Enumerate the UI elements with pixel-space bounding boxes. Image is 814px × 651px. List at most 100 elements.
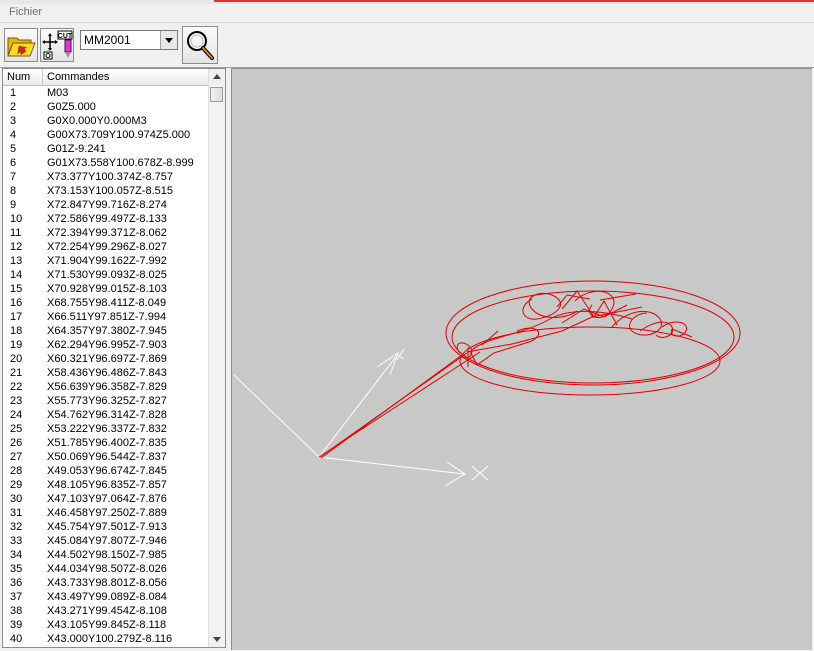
table-row[interactable]: 20 X60.321Y96.697Z-7.869 (3, 352, 209, 366)
toolpath-letter (522, 292, 578, 320)
table-row[interactable]: 4 G00X73.709Y100.974Z5.000 (3, 128, 209, 142)
toolpath-drawing (318, 280, 741, 459)
row-num: 9 (10, 199, 17, 211)
row-command: X68.755Y98.411Z-8.049 (47, 297, 167, 309)
table-row[interactable]: 34 X44.502Y98.150Z-7.985 (3, 548, 209, 562)
table-row[interactable]: 35 X44.034Y98.507Z-8.026 (3, 562, 209, 576)
row-command: X47.103Y97.064Z-7.876 (47, 493, 167, 505)
row-num: 19 (10, 339, 23, 351)
table-row[interactable]: 14 X71.530Y99.093Z-8.025 (3, 268, 209, 282)
table-row[interactable]: 31 X46.458Y97.250Z-7.889 (3, 506, 209, 520)
row-num: 24 (10, 409, 23, 421)
row-num: 25 (10, 423, 23, 435)
row-num: 22 (10, 381, 23, 393)
scroll-down-icon[interactable] (209, 631, 225, 647)
gcode-list[interactable]: Num Commandes 1 M03 2 G0Z5.000 3 G0X0.000Y0.0… (2, 68, 226, 648)
row-num: 30 (10, 493, 23, 505)
table-row[interactable]: 21 X58.436Y96.486Z-7.843 (3, 366, 209, 380)
cut-tool-button[interactable]: CUT (40, 28, 74, 62)
table-row[interactable]: 33 X45.084Y97.807Z-7.946 (3, 534, 209, 548)
row-num: 2 (10, 101, 17, 113)
scroll-thumb[interactable] (210, 87, 223, 102)
table-row[interactable]: 6 G01X73.558Y100.678Z-8.999 (3, 156, 209, 170)
table-row[interactable]: 29 X48.105Y96.835Z-7.857 (3, 478, 209, 492)
row-command: G01X73.558Y100.678Z-8.999 (47, 157, 194, 169)
table-row[interactable]: 27 X50.069Y96.544Z-7.837 (3, 450, 209, 464)
row-command: G00X73.709Y100.974Z5.000 (47, 129, 191, 141)
row-num: 5 (10, 143, 17, 155)
list-rows: 1 M03 2 G0Z5.000 3 G0X0.000Y0.000M3 4 G00X73.70… (3, 86, 209, 646)
row-num: 13 (10, 255, 23, 267)
column-header-num[interactable]: Num (3, 69, 43, 85)
row-num: 35 (10, 563, 23, 575)
zoom-button[interactable] (182, 26, 218, 64)
row-command: X45.754Y97.501Z-7.913 (47, 521, 167, 533)
table-row[interactable]: 11 X72.394Y99.371Z-8.062 (3, 226, 209, 240)
chevron-down-icon[interactable] (160, 31, 177, 49)
row-command: X54.762Y96.314Z-7.828 (47, 409, 167, 421)
table-row[interactable]: 38 X43.271Y99.454Z-8.108 (3, 604, 209, 618)
scroll-up-icon[interactable] (209, 69, 225, 85)
table-row[interactable]: 2 G0Z5.000 (3, 100, 209, 114)
column-header-commands[interactable]: Commandes (43, 69, 209, 85)
row-command: X58.436Y96.486Z-7.843 (47, 367, 167, 379)
table-row[interactable]: 36 X43.733Y98.801Z-8.056 (3, 576, 209, 590)
row-command: X72.394Y99.371Z-8.062 (47, 227, 167, 239)
row-num: 7 (10, 171, 17, 183)
list-header: Num Commandes (3, 69, 209, 86)
row-command: X60.321Y96.697Z-7.869 (47, 353, 167, 365)
table-row[interactable]: 8 X73.153Y100.057Z-8.515 (3, 184, 209, 198)
y-axis-line (318, 353, 399, 458)
row-num: 4 (10, 129, 17, 141)
table-row[interactable]: 15 X70.928Y99.015Z-8.103 (3, 282, 209, 296)
table-row[interactable]: 5 G01Z-9.241 (3, 142, 209, 156)
table-row[interactable]: 25 X53.222Y96.337Z-7.832 (3, 422, 209, 436)
title-accent (214, 0, 814, 2)
table-row[interactable]: 7 X73.377Y100.374Z-8.757 (3, 170, 209, 184)
cut-badge-text: CUT (58, 33, 73, 40)
table-row[interactable]: 19 X62.294Y96.995Z-7.903 (3, 338, 209, 352)
table-row[interactable]: 28 X49.053Y96.674Z-7.845 (3, 464, 209, 478)
table-row[interactable]: 22 X56.639Y96.358Z-7.829 (3, 380, 209, 394)
row-num: 18 (10, 325, 23, 337)
axis-indicator (233, 348, 489, 487)
row-num: 14 (10, 269, 23, 281)
row-command: X72.847Y99.716Z-8.274 (47, 199, 167, 211)
row-num: 1 (10, 87, 17, 99)
table-row[interactable]: 12 X72.254Y99.296Z-8.027 (3, 240, 209, 254)
toolpath-segment (599, 293, 637, 301)
table-row[interactable]: 13 X71.904Y99.162Z-7.992 (3, 254, 209, 268)
table-row[interactable]: 37 X43.497Y99.089Z-8.084 (3, 590, 209, 604)
toolpath-viewport[interactable] (231, 68, 812, 650)
table-row[interactable]: 30 X47.103Y97.064Z-7.876 (3, 492, 209, 506)
table-row[interactable]: 18 X64.357Y97.380Z-7.945 (3, 324, 209, 338)
toolpath-canvas (233, 280, 741, 487)
row-command: X64.357Y97.380Z-7.945 (47, 325, 167, 337)
row-num: 16 (10, 297, 23, 309)
table-row[interactable]: 1 M03 (3, 86, 209, 100)
table-row[interactable]: 24 X54.762Y96.314Z-7.828 (3, 408, 209, 422)
row-num: 33 (10, 535, 23, 547)
row-command: X53.222Y96.337Z-7.832 (47, 423, 167, 435)
vertical-scrollbar[interactable] (208, 69, 225, 647)
row-command: M03 (47, 87, 69, 99)
open-file-button[interactable] (4, 28, 38, 62)
table-row[interactable]: 39 X43.105Y99.845Z-8.118 (3, 618, 209, 632)
table-row[interactable]: 17 X66.511Y97.851Z-7.994 (3, 310, 209, 324)
row-num: 23 (10, 395, 23, 407)
table-row[interactable]: 10 X72.586Y99.497Z-8.133 (3, 212, 209, 226)
row-num: 40 (10, 633, 23, 645)
table-row[interactable]: 32 X45.754Y97.501Z-7.913 (3, 520, 209, 534)
table-row[interactable]: 23 X55.773Y96.325Z-7.827 (3, 394, 209, 408)
table-row[interactable]: 40 X43.000Y100.279Z-8.116 (3, 632, 209, 646)
row-command: X44.034Y98.507Z-8.026 (47, 563, 167, 575)
menu-fichier[interactable]: Fichier (9, 6, 42, 18)
table-row[interactable]: 26 X51.785Y96.400Z-7.835 (3, 436, 209, 450)
table-row[interactable]: 3 G0X0.000Y0.000M3 (3, 114, 209, 128)
row-num: 12 (10, 241, 23, 253)
toolpath-letter (466, 306, 643, 353)
table-row[interactable]: 16 X68.755Y98.411Z-8.049 (3, 296, 209, 310)
machine-select[interactable]: MM2001 (80, 30, 178, 50)
toolpath-letter (561, 290, 618, 326)
table-row[interactable]: 9 X72.847Y99.716Z-8.274 (3, 198, 209, 212)
